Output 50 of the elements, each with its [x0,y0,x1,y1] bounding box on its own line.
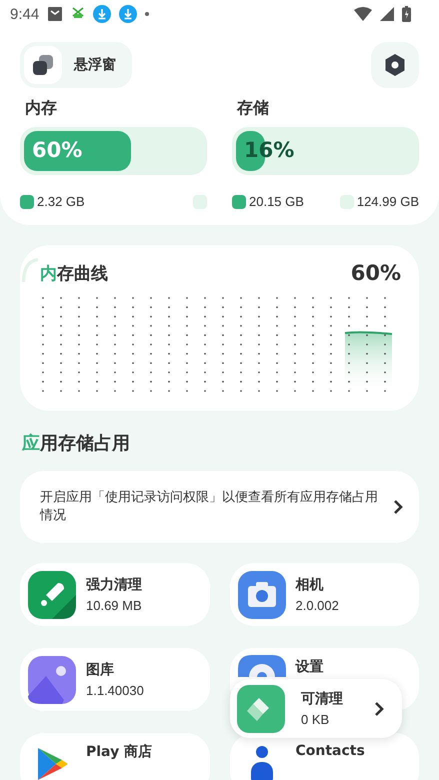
used-amount: 2.32 GB [37,194,85,209]
app-size: 1.1.40030 [86,683,144,698]
dot-icon [145,12,150,16]
chevron-icon [393,499,403,515]
floating-window-button[interactable]: 悬浮窗 [20,42,132,88]
chart-reading: 60% [350,261,401,285]
total-swatch [193,194,207,208]
layers-icon [32,54,54,76]
settings-button[interactable] [371,42,419,88]
app-name: Play 商店 [86,743,152,761]
used-amount: 20.15 GB [249,194,304,209]
signal-icon [380,7,394,21]
download-icon [119,5,138,23]
notice-text: 开启应用「使用记录访问权限」以便查看所有应用存储占用情况 [40,489,379,525]
mail-icon [47,6,64,22]
app-card[interactable]: Play 商店 [20,733,210,780]
download-icon [93,5,112,23]
battery-icon [402,6,411,22]
gallery-icon [28,656,76,704]
wifi-icon [354,7,372,21]
used-swatch [232,194,246,208]
app-name: 设置 [296,658,324,676]
app-size: 2.0.002 [296,598,339,613]
app-name: 强力清理 [86,576,142,594]
app-name: 图库 [86,661,115,679]
total-amount: 124.99 GB [356,194,419,209]
app-name: 相机 [296,576,324,594]
status-time: 9:44 [10,6,40,22]
cleanable-size: 0 KB [301,712,330,727]
app-card[interactable]: 强力清理 10.69 MB [20,563,210,626]
used-swatch [20,194,34,208]
permission-notice[interactable]: 开启应用「使用记录访问权限」以便查看所有应用存储占用情况 [20,471,419,543]
popup-title: 可清理 [301,690,344,708]
gear-icon [238,655,286,677]
usage-percent: 60% [32,138,82,162]
app-size: 10.69 MB [86,598,142,613]
app-card[interactable]: Contacts [230,733,419,780]
app-card[interactable]: 相机 2.0.002 [230,563,419,626]
meter-label: 内存 [24,98,58,119]
chevron-icon [374,700,384,716]
cleanable-popup[interactable]: 可清理 0 KB [230,679,402,738]
chart-title: 内存曲线 [40,262,108,284]
meter-label: 存储 [236,98,270,119]
arc-mark [22,255,38,285]
camera-icon [238,570,286,618]
settings-icon [385,54,405,76]
total-swatch [340,194,354,208]
app-card[interactable]: 图库 1.1.40030 [20,648,210,711]
section-title: 应用存储占用 [22,432,131,455]
app-name: Contacts [296,743,365,759]
